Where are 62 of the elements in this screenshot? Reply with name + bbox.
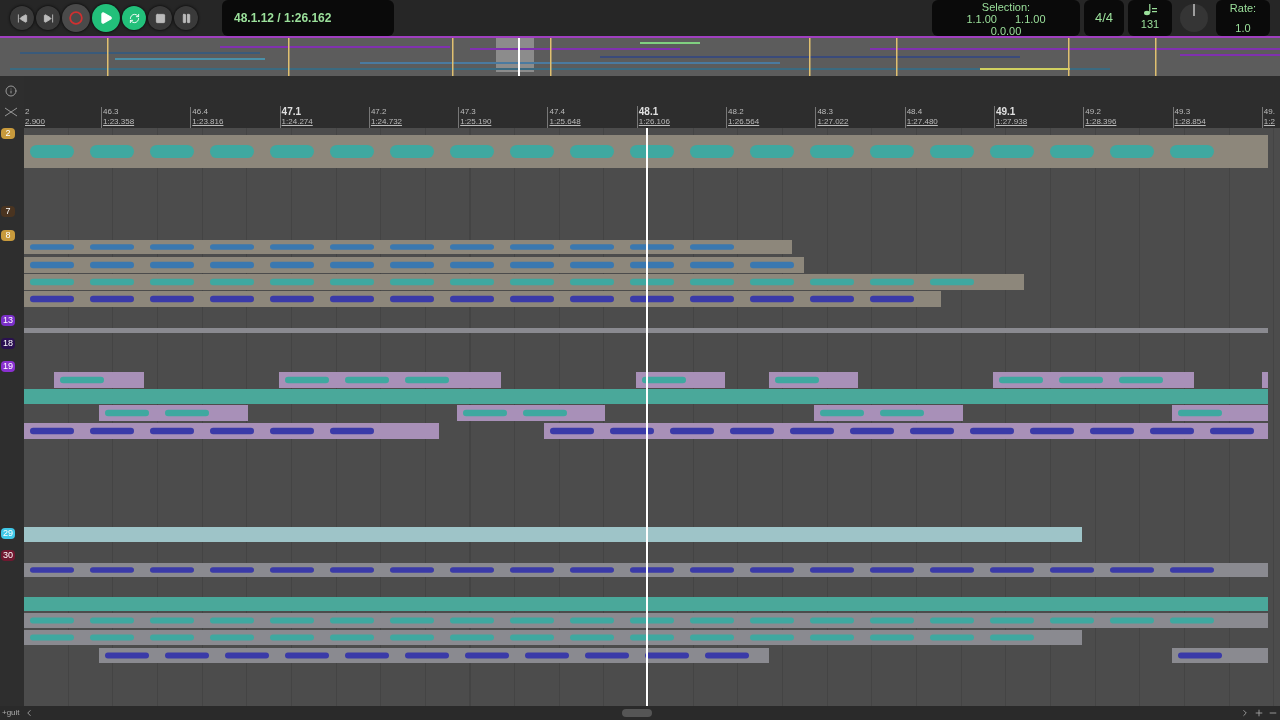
- audio-clip[interactable]: [99, 648, 769, 663]
- audio-clip[interactable]: [24, 291, 941, 307]
- audio-clip[interactable]: [24, 563, 1268, 577]
- record-button[interactable]: [62, 4, 90, 32]
- track-name: +guit: [2, 707, 20, 719]
- audio-clip[interactable]: [1172, 405, 1268, 421]
- record-icon: [69, 11, 83, 25]
- knob-icon[interactable]: [1179, 3, 1209, 33]
- track-number[interactable]: 30: [1, 550, 15, 561]
- audio-clip[interactable]: [54, 372, 144, 388]
- pause-button[interactable]: [174, 6, 198, 30]
- skip-forward-icon: [42, 12, 54, 24]
- rate-label: Rate:: [1229, 0, 1257, 16]
- audio-clip[interactable]: [769, 372, 858, 388]
- audio-clip[interactable]: [993, 372, 1194, 388]
- note-icon: [1143, 3, 1157, 16]
- info-icon[interactable]: [5, 85, 17, 97]
- audio-clip[interactable]: [24, 527, 1082, 542]
- track-number[interactable]: 19: [1, 361, 15, 372]
- audio-clip[interactable]: [24, 389, 1268, 404]
- pause-icon: [180, 12, 192, 24]
- audio-clip[interactable]: [636, 372, 725, 388]
- repeat-button[interactable]: [122, 6, 146, 30]
- arrange-area[interactable]: [24, 128, 1280, 706]
- skip-back-icon: [16, 12, 28, 24]
- audio-clip[interactable]: [1262, 372, 1268, 388]
- selection-end: 1.1.00: [1015, 13, 1046, 25]
- audio-clip[interactable]: [24, 597, 1268, 611]
- scroll-thumb[interactable]: [621, 709, 652, 717]
- selection-length: 0.0.00: [990, 25, 1022, 37]
- rate-value[interactable]: 1.0: [1235, 20, 1251, 37]
- selection-start: 1.1.00: [966, 13, 997, 25]
- zoom-in-icon[interactable]: [1254, 708, 1264, 718]
- audio-clip[interactable]: [814, 405, 963, 421]
- audio-clip[interactable]: [544, 423, 1268, 439]
- audio-clip[interactable]: [24, 423, 439, 439]
- loop-icon: [128, 12, 140, 24]
- audio-clip[interactable]: [99, 405, 248, 421]
- scroll-right-icon[interactable]: [1240, 708, 1250, 718]
- audio-clip[interactable]: [1172, 648, 1268, 663]
- selection-label: Selection:: [981, 1, 1031, 13]
- audio-clip[interactable]: [279, 372, 501, 388]
- audio-clip[interactable]: [24, 274, 1024, 290]
- audio-clip[interactable]: [24, 328, 1268, 333]
- crossfade-icon[interactable]: [5, 107, 17, 117]
- ruler-mark[interactable]: 2 2.900: [24, 107, 101, 128]
- next-button[interactable]: [36, 6, 60, 30]
- position-readout: 48.1.12 / 1:26.162: [234, 10, 332, 27]
- track-number[interactable]: 18: [1, 338, 15, 349]
- track-number[interactable]: 13: [1, 315, 15, 326]
- audio-clip[interactable]: [457, 405, 605, 421]
- track-number[interactable]: 7: [1, 206, 15, 217]
- stop-button[interactable]: [148, 6, 172, 30]
- audio-clip[interactable]: [24, 240, 792, 254]
- play-button[interactable]: [92, 4, 120, 32]
- audio-clip[interactable]: [24, 135, 1268, 168]
- audio-clip[interactable]: [24, 613, 1268, 628]
- stop-icon: [154, 12, 166, 24]
- audio-clip[interactable]: [24, 630, 1082, 645]
- prev-button[interactable]: [10, 6, 34, 30]
- audio-clip[interactable]: [24, 257, 804, 273]
- play-icon: [99, 11, 113, 25]
